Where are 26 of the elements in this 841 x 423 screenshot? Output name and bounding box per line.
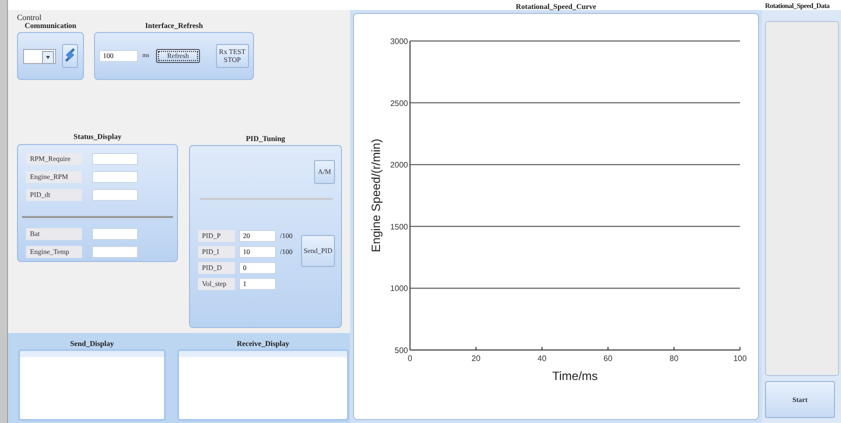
- text-area[interactable]: [18, 349, 166, 421]
- x-tick-label: 100: [733, 354, 747, 363]
- x-axis-title: Time/ms: [552, 369, 598, 383]
- group-title: Control: [17, 13, 42, 22]
- text-area[interactable]: [177, 349, 349, 421]
- x-tick-label: 20: [472, 354, 480, 363]
- y-axis-title: Engine Speed/(r/min): [369, 138, 383, 252]
- x-tick-label: 60: [604, 354, 612, 363]
- y-tick-label: 1500: [390, 222, 408, 232]
- y-tick-label: 3000: [390, 37, 408, 46]
- port-dropdown[interactable]: [23, 48, 56, 64]
- y-tick-label: 2000: [390, 160, 408, 170]
- plug-icon: [63, 46, 77, 64]
- x-tick-label: 80: [670, 354, 678, 363]
- data-list[interactable]: [765, 21, 839, 376]
- x-tick-label: 0: [408, 354, 412, 363]
- y-tick-label: 2500: [390, 98, 408, 108]
- y-tick-label: 1000: [390, 284, 408, 294]
- value-field[interactable]: [92, 153, 138, 165]
- value-field[interactable]: [92, 171, 138, 183]
- connect-button[interactable]: [62, 44, 78, 68]
- x-tick-label: 40: [538, 354, 546, 363]
- value-field[interactable]: [92, 189, 138, 201]
- value-field[interactable]: [92, 228, 138, 240]
- value-field[interactable]: [92, 246, 138, 258]
- y-tick-label: 500: [394, 346, 408, 355]
